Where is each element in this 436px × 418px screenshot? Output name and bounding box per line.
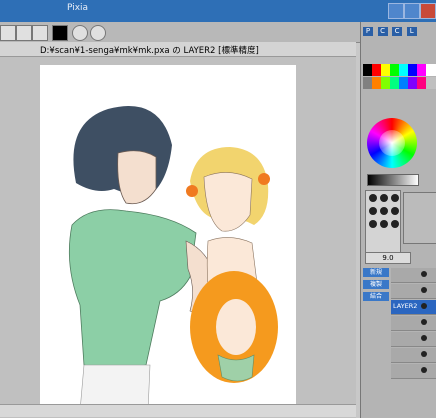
tool-icon-3[interactable]	[32, 25, 48, 41]
panel-tab-c[interactable]: C	[377, 27, 388, 36]
maximize-button[interactable]	[404, 3, 420, 19]
layer-copy-button[interactable]: 複製	[363, 280, 389, 289]
visibility-eye-icon[interactable]	[421, 351, 427, 357]
brush-icon-5[interactable]	[380, 207, 388, 215]
refresh-icon[interactable]	[72, 25, 88, 41]
visibility-eye-icon[interactable]	[421, 303, 427, 309]
layer-row[interactable]: LAYER2	[391, 300, 436, 315]
palette-swatch[interactable]	[426, 64, 436, 76]
brush-icon-4[interactable]	[369, 207, 377, 215]
panel-tabs: P C C L	[361, 26, 436, 36]
panel-tab-p[interactable]: P	[363, 27, 373, 36]
color-wheel[interactable]	[367, 118, 417, 168]
color-palette	[363, 64, 436, 120]
visibility-eye-icon[interactable]	[421, 335, 427, 341]
visibility-eye-icon[interactable]	[421, 287, 427, 293]
tool-icon-1[interactable]	[0, 25, 16, 41]
close-button[interactable]	[420, 3, 436, 19]
panel-tab-l[interactable]: L	[406, 27, 417, 36]
palette-swatch[interactable]	[426, 77, 436, 89]
brush-icon-1[interactable]	[369, 194, 377, 202]
visibility-eye-icon[interactable]	[421, 271, 427, 277]
title-bar: Pixia	[0, 0, 436, 22]
layer-merge-button[interactable]: 結合	[363, 292, 389, 301]
visibility-eye-icon[interactable]	[421, 367, 427, 373]
window-title: Pixia	[67, 3, 89, 13]
artwork-illustration	[40, 65, 296, 411]
document-titlebar: D:¥scan¥1-senga¥mk¥mk.pxa の LAYER2 [標準精度…	[0, 42, 356, 57]
horizontal-scrollbar[interactable]	[0, 404, 356, 417]
brush-preview	[403, 192, 436, 244]
layer-name: LAYER2	[393, 302, 418, 310]
brightness-gradient[interactable]	[367, 174, 419, 186]
brush-icon-3[interactable]	[391, 194, 399, 202]
tool-panel: P C C L 9.0 新規 複製 結合 LAYER2	[360, 22, 436, 418]
visibility-eye-icon[interactable]	[421, 319, 427, 325]
layer-list: 新規 複製 結合 LAYER2	[361, 268, 436, 418]
brush-icon-7[interactable]	[369, 220, 377, 228]
drawing-canvas[interactable]	[40, 65, 296, 411]
brush-icon-8[interactable]	[380, 220, 388, 228]
brush-icon-2[interactable]	[380, 194, 388, 202]
document-path: D:¥scan¥1-senga¥mk¥mk.pxa の LAYER2 [標準精度…	[40, 46, 259, 56]
layer-row[interactable]	[391, 364, 436, 379]
brush-icon-9[interactable]	[391, 220, 399, 228]
settings-icon[interactable]	[90, 25, 106, 41]
panel-tab-c2[interactable]: C	[392, 27, 403, 36]
toolbar	[0, 22, 360, 43]
color-swatch-icon[interactable]	[52, 25, 68, 41]
brush-shapes	[365, 190, 401, 256]
brush-icon-6[interactable]	[391, 207, 399, 215]
layer-new-button[interactable]: 新規	[363, 268, 389, 277]
layer-row[interactable]	[391, 268, 436, 283]
document-window: D:¥scan¥1-senga¥mk¥mk.pxa の LAYER2 [標準精度…	[0, 42, 356, 418]
layer-row[interactable]	[391, 316, 436, 331]
tool-icon-2[interactable]	[16, 25, 32, 41]
layer-row[interactable]	[391, 284, 436, 299]
layer-row[interactable]	[391, 332, 436, 347]
minimize-button[interactable]	[388, 3, 404, 19]
layer-row[interactable]	[391, 348, 436, 363]
brush-size-field[interactable]: 9.0	[365, 252, 411, 264]
